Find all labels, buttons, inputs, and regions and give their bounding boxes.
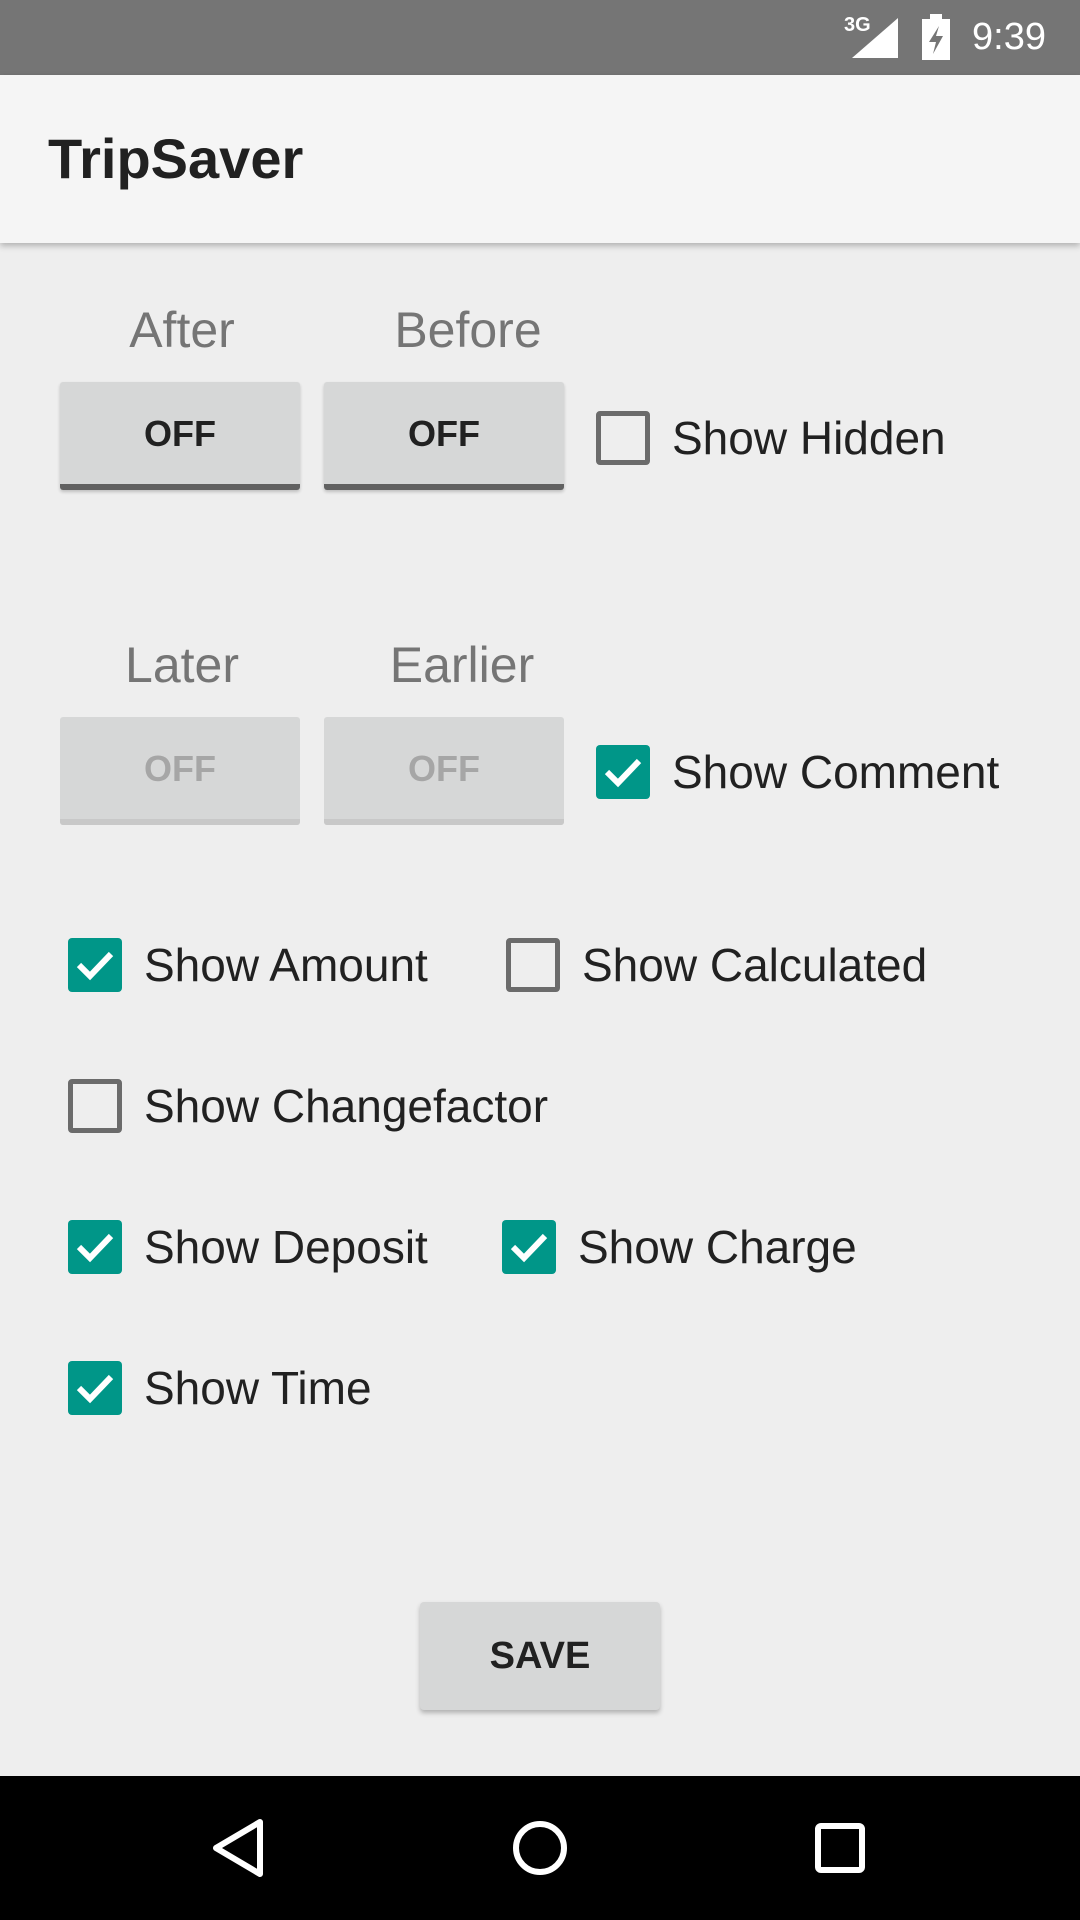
app-title: TripSaver <box>48 127 304 190</box>
later-toggle-button[interactable]: OFF <box>60 717 300 825</box>
show-deposit-checkbox[interactable] <box>68 1220 122 1274</box>
show-calculated-checkbox[interactable] <box>506 938 560 992</box>
show-comment-label: Show Comment <box>672 746 1000 798</box>
clock: 9:39 <box>972 16 1046 58</box>
earlier-toggle-indicator <box>324 819 564 825</box>
status-bar: 3G 9:39 <box>0 0 1080 75</box>
before-caption: Before <box>394 302 542 358</box>
show-deposit-label: Show Deposit <box>144 1221 428 1273</box>
show-charge-label: Show Charge <box>578 1221 857 1273</box>
show-changefactor-row[interactable]: Show Changefactor <box>68 1076 548 1136</box>
recents-icon[interactable] <box>808 1816 872 1880</box>
earlier-caption: Earlier <box>389 637 535 693</box>
show-hidden-checkbox[interactable] <box>596 411 650 465</box>
show-hidden-row[interactable]: Show Hidden <box>596 408 946 468</box>
show-deposit-row[interactable]: Show Deposit <box>68 1217 428 1277</box>
battery-charging-icon <box>922 14 950 60</box>
navigation-bar <box>0 1776 1080 1920</box>
show-amount-row[interactable]: Show Amount <box>68 935 428 995</box>
later-toggle-indicator <box>60 819 300 825</box>
before-toggle-button[interactable]: OFF <box>324 382 564 490</box>
show-charge-row[interactable]: Show Charge <box>502 1217 857 1277</box>
show-time-row[interactable]: Show Time <box>68 1358 372 1418</box>
after-toggle-indicator <box>60 484 300 490</box>
earlier-toggle-button[interactable]: OFF <box>324 717 564 825</box>
show-comment-checkbox[interactable] <box>596 745 650 799</box>
before-toggle-state: OFF <box>408 413 480 454</box>
before-toggle-indicator <box>324 484 564 490</box>
show-changefactor-checkbox[interactable] <box>68 1079 122 1133</box>
show-changefactor-label: Show Changefactor <box>144 1080 549 1132</box>
save-button[interactable]: SAVE <box>420 1602 660 1710</box>
after-toggle-button[interactable]: OFF <box>60 382 300 490</box>
show-calculated-row[interactable]: Show Calculated <box>506 935 927 995</box>
checkmark-icon <box>76 1374 114 1404</box>
show-time-checkbox[interactable] <box>68 1361 122 1415</box>
show-time-label: Show Time <box>144 1362 372 1414</box>
checkmark-icon <box>76 951 114 981</box>
after-caption: After <box>129 302 235 358</box>
show-amount-label: Show Amount <box>144 939 428 991</box>
signal-icon <box>852 18 898 58</box>
later-caption: Later <box>125 637 239 693</box>
show-calculated-label: Show Calculated <box>582 939 928 991</box>
app-bar: TripSaver <box>0 75 1080 243</box>
show-comment-row[interactable]: Show Comment <box>596 742 999 802</box>
show-hidden-label: Show Hidden <box>672 412 946 464</box>
later-toggle-state: OFF <box>144 748 216 789</box>
back-icon[interactable] <box>208 1816 272 1880</box>
after-toggle-state: OFF <box>144 413 216 454</box>
home-icon[interactable] <box>508 1816 572 1880</box>
earlier-toggle-state: OFF <box>408 748 480 789</box>
show-amount-checkbox[interactable] <box>68 938 122 992</box>
show-charge-checkbox[interactable] <box>502 1220 556 1274</box>
checkmark-icon <box>76 1233 114 1263</box>
checkmark-icon <box>510 1233 548 1263</box>
checkmark-icon <box>604 758 642 788</box>
